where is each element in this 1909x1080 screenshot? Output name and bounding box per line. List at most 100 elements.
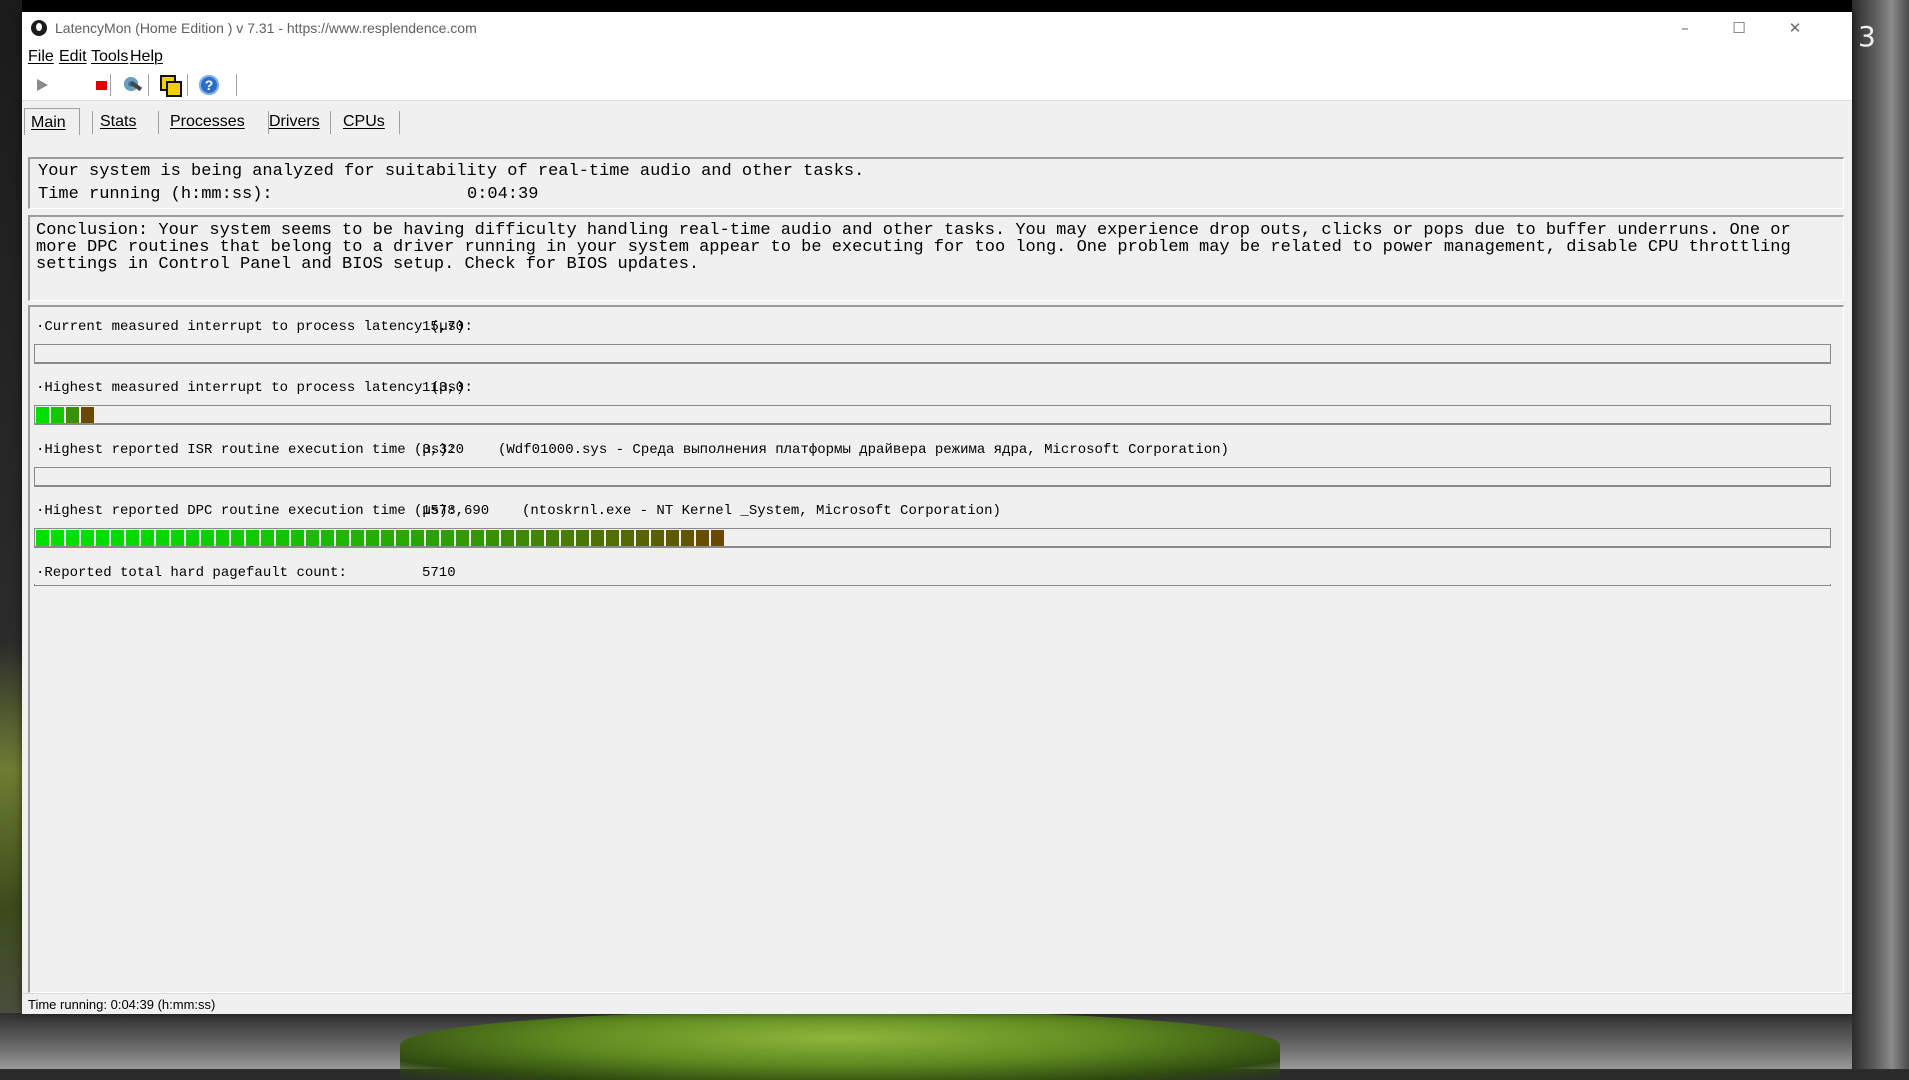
- bar-segment: [651, 530, 664, 546]
- desktop-background-left: [0, 0, 22, 1069]
- tab-cpus[interactable]: CPUs: [343, 110, 385, 134]
- bar-segment: [711, 530, 724, 546]
- latency-bar: [34, 467, 1831, 487]
- bar-segment: [396, 530, 409, 546]
- metric-label: ·Highest measured interrupt to process l…: [36, 380, 473, 396]
- status-bar-text: Time running: 0:04:39 (h:mm:ss): [28, 997, 216, 1012]
- menu-edit[interactable]: Edit: [59, 48, 87, 66]
- latency-bar: [34, 528, 1831, 548]
- bar-segment: [96, 530, 109, 546]
- bar-segment: [591, 530, 604, 546]
- desktop-background-right: [1852, 0, 1909, 1069]
- title-bar[interactable]: LatencyMon (Home Edition ) v 7.31 - http…: [22, 12, 1852, 44]
- bar-segment: [411, 530, 424, 546]
- menu-help[interactable]: Help: [130, 48, 163, 66]
- metric-label: ·Reported total hard pagefault count:: [36, 565, 347, 581]
- bar-segment: [441, 530, 454, 546]
- time-running-label: Time running (h:mm:ss):: [38, 185, 273, 204]
- maximize-button[interactable]: ☐: [1712, 12, 1766, 44]
- bar-segment: [636, 530, 649, 546]
- bar-segment: [696, 530, 709, 546]
- bar-segment: [681, 530, 694, 546]
- help-button[interactable]: ?: [197, 73, 221, 97]
- bar-segment: [606, 530, 619, 546]
- status-bar: Time running: 0:04:39 (h:mm:ss): [22, 993, 1852, 1014]
- bar-segment: [141, 530, 154, 546]
- bar-segment: [36, 530, 49, 546]
- bar-segment: [51, 530, 64, 546]
- toolbar-separator: [236, 74, 237, 96]
- tab-separator: [92, 111, 93, 134]
- conclusion-box: Conclusion: Your system seems to be havi…: [28, 215, 1844, 301]
- bar-segment: [156, 530, 169, 546]
- menu-tools[interactable]: Tools: [91, 48, 128, 66]
- bar-segment: [381, 530, 394, 546]
- metric-value: 113,0: [422, 380, 465, 396]
- toolbar: ?: [22, 68, 1852, 101]
- bar-segment: [216, 530, 229, 546]
- bar-segment: [516, 530, 529, 546]
- bar-segment: [261, 530, 274, 546]
- metric-value: 5710: [422, 565, 456, 581]
- bar-segment: [126, 530, 139, 546]
- bar-segment: [471, 530, 484, 546]
- bar-segment: [366, 530, 379, 546]
- status-message: Your system is being analyzed for suitab…: [38, 162, 865, 181]
- metric-value: 1578,690: [422, 503, 490, 519]
- bar-segment: [171, 530, 184, 546]
- settings-button[interactable]: [120, 73, 144, 97]
- tab-separator: [399, 111, 400, 134]
- bar-segment: [81, 407, 94, 423]
- minimize-button[interactable]: –: [1658, 12, 1712, 44]
- bar-segment: [486, 530, 499, 546]
- bar-segment: [351, 530, 364, 546]
- bar-segment: [36, 407, 49, 423]
- bar-segment: [186, 530, 199, 546]
- bar-segment: [501, 530, 514, 546]
- bar-segment: [336, 530, 349, 546]
- bar-segment: [231, 530, 244, 546]
- tab-processes[interactable]: Processes: [170, 110, 245, 134]
- bar-segment: [321, 530, 334, 546]
- metric-detail: (Wdf01000.sys - Среда выполнения платфор…: [498, 442, 1229, 458]
- bar-segment: [66, 530, 79, 546]
- bar-segment: [51, 407, 64, 423]
- bar-segment: [576, 530, 589, 546]
- tab-main[interactable]: Main: [24, 108, 80, 135]
- play-icon: [36, 79, 48, 91]
- bar-segment: [306, 530, 319, 546]
- metric-label: ·Highest reported DPC routine execution …: [36, 503, 457, 519]
- metric-underline: [34, 584, 1831, 586]
- bar-segment: [561, 530, 574, 546]
- metric-label: ·Highest reported ISR routine execution …: [36, 442, 457, 458]
- toolbar-separator: [110, 74, 111, 96]
- windows-icon: [160, 75, 182, 97]
- window-title: LatencyMon (Home Edition ) v 7.31 - http…: [55, 20, 477, 36]
- latencymon-window: LatencyMon (Home Edition ) v 7.31 - http…: [22, 12, 1852, 1014]
- desktop-background-top: [0, 0, 1909, 12]
- menu-file[interactable]: File: [28, 48, 54, 66]
- metrics-panel: ·Current measured interrupt to process l…: [28, 305, 1844, 993]
- bar-segment: [426, 530, 439, 546]
- bar-segment: [81, 530, 94, 546]
- conclusion-text: Conclusion: Your system seems to be havi…: [36, 221, 1791, 274]
- windows-button[interactable]: [158, 73, 182, 97]
- app-logo-icon: [31, 20, 47, 36]
- gear-icon: [122, 75, 142, 95]
- stop-icon: [95, 80, 107, 90]
- bar-segment: [276, 530, 289, 546]
- tab-drivers[interactable]: Drivers: [269, 110, 320, 134]
- main-panel: Your system is being analyzed for suitab…: [28, 145, 1844, 993]
- toolbar-separator: [148, 74, 149, 96]
- toolbar-separator: [187, 74, 188, 96]
- start-button[interactable]: [30, 73, 54, 97]
- bar-segment: [531, 530, 544, 546]
- bar-segment: [246, 530, 259, 546]
- close-button[interactable]: ✕: [1768, 12, 1822, 44]
- bar-segment: [201, 530, 214, 546]
- menu-bar: File Edit Tools Help: [22, 44, 1852, 68]
- background-window-edge: 3: [1858, 20, 1876, 53]
- tab-stats[interactable]: Stats: [100, 110, 136, 134]
- latency-bar: [34, 344, 1831, 364]
- tab-separator: [330, 111, 331, 134]
